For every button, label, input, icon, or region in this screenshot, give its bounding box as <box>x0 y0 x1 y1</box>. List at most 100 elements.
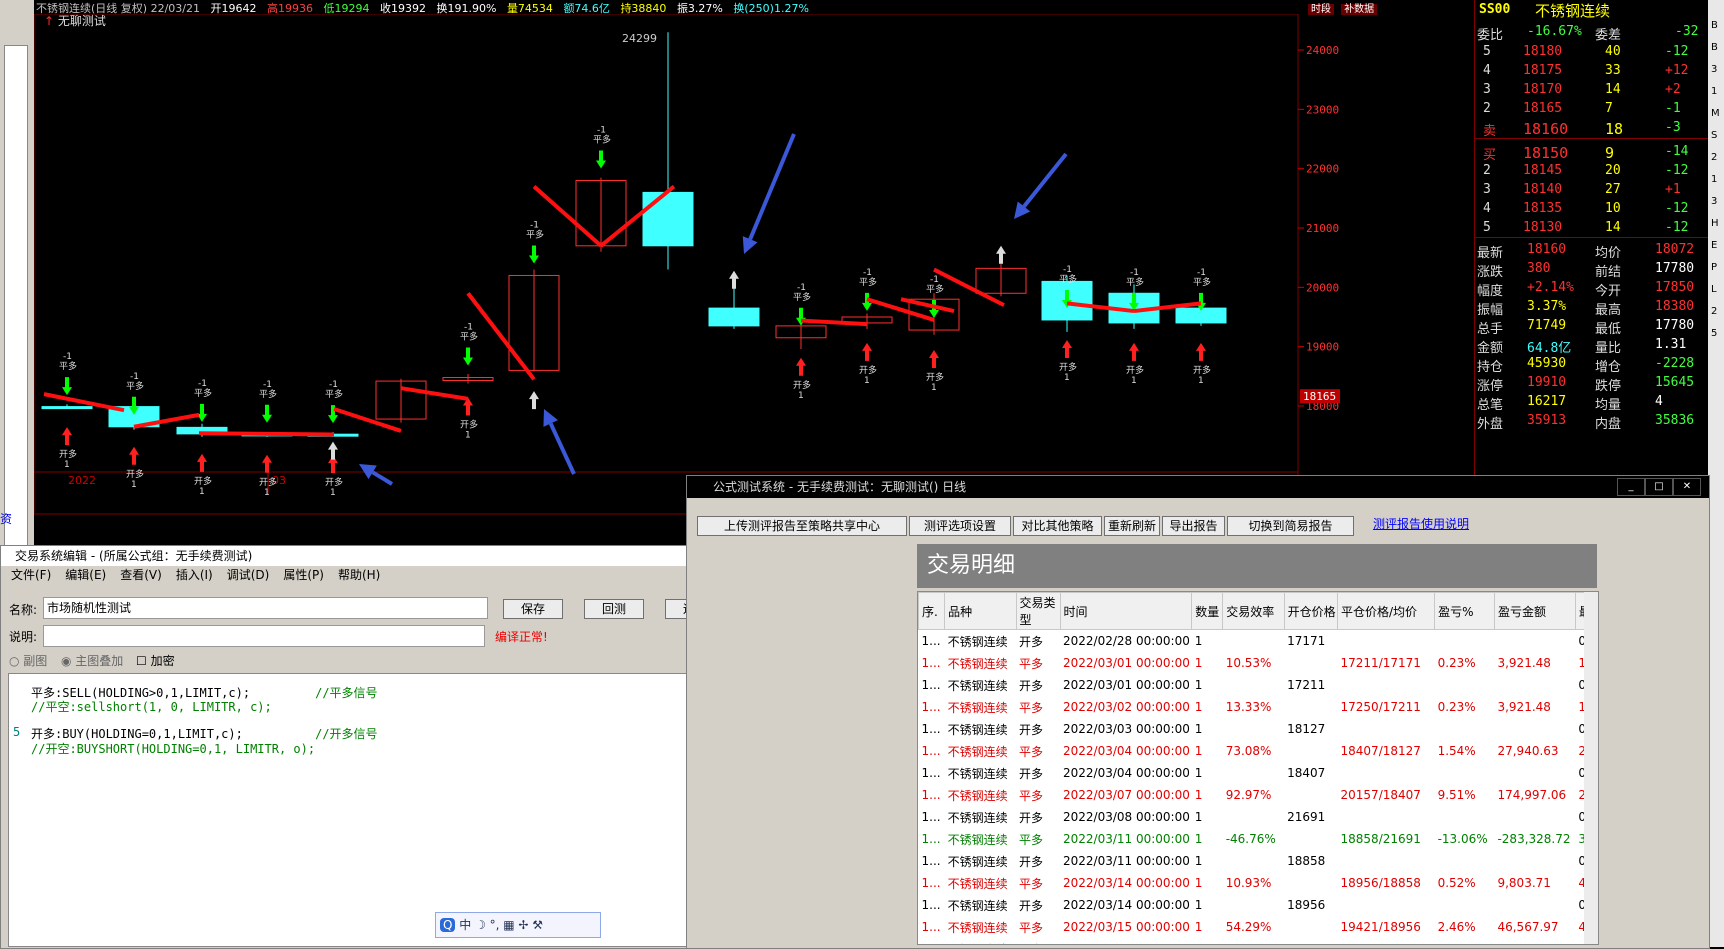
table-row[interactable]: 1...不锈钢连续开多2022/03/01 00:00:001172110.( <box>919 674 1598 696</box>
ime-toolbar[interactable]: Q 中 ☽ °, ▦ ✢ ⚒ <box>435 912 601 938</box>
stat-value: 16217 <box>1527 394 1567 409</box>
table-row[interactable]: 1...不锈钢连续开多2022/03/15 00:00:001194210.( <box>919 938 1598 944</box>
ask-price: 18165 <box>1523 101 1563 116</box>
column-header[interactable]: 交易效率 <box>1222 592 1285 630</box>
switch-simple-report-button[interactable]: 切换到简易报告 <box>1227 516 1354 536</box>
refresh-button[interactable]: 重新刷新 <box>1104 516 1160 536</box>
side-panel-item[interactable]: S <box>1711 130 1717 141</box>
price-chart[interactable]: 2400023000220002100020000190001800018165… <box>34 14 1474 534</box>
menu-item[interactable]: 编辑(E) <box>65 568 106 582</box>
table-cell: 2022/03/15 00:00:00 <box>1060 938 1192 944</box>
close-icon[interactable]: ✕ <box>1673 478 1701 496</box>
column-header[interactable]: 时间 <box>1059 592 1193 630</box>
code-comment: //平多信号 <box>315 686 378 700</box>
stat-value: 19910 <box>1527 375 1567 390</box>
column-header[interactable]: 交易类型 <box>1015 592 1061 630</box>
table-cell: 1 <box>1192 938 1223 944</box>
chart-header-item: 额74.6亿 <box>563 2 610 14</box>
table-row[interactable]: 1...不锈钢连续开多2022/03/03 00:00:001181270.( <box>919 718 1598 740</box>
table-row[interactable]: 1...不锈钢连续开多2022/03/14 00:00:001189560.( <box>919 894 1598 916</box>
table-scrollbar[interactable] <box>1584 592 1598 944</box>
table-cell: 不锈钢连续 <box>947 700 1008 715</box>
table-row[interactable]: 1...不锈钢连续开多2022/02/28 00:00:001171710.( <box>919 630 1598 653</box>
table-cell: 1... <box>921 854 941 868</box>
side-panel-item[interactable]: 1 <box>1711 174 1717 185</box>
menu-item[interactable]: 插入(I) <box>176 568 213 582</box>
candle-body <box>708 307 760 327</box>
side-panel-item[interactable]: 3 <box>1711 64 1717 75</box>
side-panel-item[interactable]: M <box>1711 108 1720 119</box>
side-panel-item[interactable]: H <box>1711 218 1719 229</box>
export-report-button[interactable]: 导出报告 <box>1162 516 1225 536</box>
menu-item[interactable]: 属性(P) <box>283 568 324 582</box>
right-side-panel: BB 3 1 MS 2 1 3 HEPL 2 5 <box>1708 0 1724 947</box>
table-row[interactable]: 1...不锈钢连续开多2022/03/11 00:00:001188580.( <box>919 850 1598 872</box>
side-panel-item[interactable]: 1 <box>1711 86 1717 97</box>
table-cell: 平多 <box>1019 744 1044 759</box>
side-panel-item[interactable]: 3 <box>1711 196 1717 207</box>
side-panel-item[interactable]: 2 <box>1711 152 1717 163</box>
side-panel-item[interactable]: B <box>1711 20 1718 31</box>
compare-strategy-button[interactable]: 对比其他策略 <box>1013 516 1102 536</box>
side-panel-item[interactable]: E <box>1711 240 1717 251</box>
chart-header-item: 换(250)1.27% <box>733 2 809 14</box>
table-row[interactable]: 1... 不锈钢连续 平多 2022/03/01 00:00:00 1 10.53% 172… <box>919 652 1598 674</box>
column-header[interactable]: 盈亏% <box>1434 592 1495 630</box>
signal-qty-label: 1 <box>465 431 471 441</box>
bid-price: 18140 <box>1523 182 1563 197</box>
table-cell: 不锈钢连续 <box>947 678 1008 693</box>
signal-close-label: 平多 <box>460 331 478 343</box>
save-button[interactable]: 保存 <box>503 599 563 619</box>
column-header[interactable]: 开仓价格 <box>1283 592 1339 630</box>
table-cell <box>1435 850 1495 872</box>
bid-level: 5 <box>1483 220 1491 235</box>
table-cell: 1... <box>921 634 941 648</box>
column-header[interactable]: 序. <box>918 592 946 630</box>
column-header[interactable]: 品种 <box>944 592 1017 630</box>
table-cell: 2022/03/14 00:00:00 <box>1063 898 1190 912</box>
radio-main-overlay[interactable]: ◉ 主图叠加 <box>61 652 123 669</box>
column-header[interactable]: 数量 <box>1191 592 1224 630</box>
radio-sub-chart[interactable]: ○ 副图 <box>9 652 47 669</box>
side-panel-item[interactable]: L <box>1711 284 1717 295</box>
test-options-button[interactable]: 测评选项设置 <box>909 516 1011 536</box>
menu-item[interactable]: 调试(D) <box>227 568 270 582</box>
backtest-button[interactable]: 回测 <box>584 599 644 619</box>
table-row[interactable]: 1... 不锈钢连续 平多 2022/03/11 00:00:00 1 -46.76% 18… <box>919 828 1598 850</box>
side-panel-item[interactable]: 5 <box>1711 328 1717 339</box>
side-panel-item[interactable]: 2 <box>1711 306 1717 317</box>
table-row[interactable]: 1...不锈钢连续开多2022/03/08 00:00:001216910.( <box>919 806 1598 828</box>
column-header[interactable]: 平仓价格/均价 <box>1337 592 1436 630</box>
table-cell <box>1435 806 1495 828</box>
table-row[interactable]: 1... 不锈钢连续 平多 2022/03/15 00:00:00 1 54.29% 194… <box>919 916 1598 938</box>
encrypt-checkbox[interactable]: ☐ 加密 <box>136 652 175 669</box>
minimize-icon[interactable]: _ <box>1617 478 1645 496</box>
table-row[interactable]: 1... 不锈钢连续 平多 2022/03/04 00:00:00 1 73.08% 184… <box>919 740 1598 762</box>
upload-report-button[interactable]: 上传测评报告至策略共享中心 <box>697 516 907 536</box>
chart-header: 不锈钢连续(日线 复权) 22/03/21 开19642 高19936 低192… <box>36 0 1332 14</box>
ime-logo-icon: Q <box>440 918 456 932</box>
bid-level: 3 <box>1483 182 1491 197</box>
menu-item[interactable]: 查看(V) <box>120 568 162 582</box>
price-tick-label: 21000 <box>1306 222 1339 235</box>
contract-name: 不锈钢连续 <box>1535 2 1611 20</box>
chart-header-item: 持38840 <box>620 2 667 14</box>
side-panel-item[interactable]: P <box>1711 262 1717 273</box>
report-help-link[interactable]: 测评报告使用说明 <box>1373 515 1469 532</box>
callout-arrow-line <box>548 422 576 475</box>
table-row[interactable]: 1... 不锈钢连续 平多 2022/03/02 00:00:00 1 13.33% 172… <box>919 696 1598 718</box>
table-cell: 10.53% <box>1225 656 1272 670</box>
menu-item[interactable]: 文件(F) <box>11 568 51 582</box>
buy-arrow-icon <box>62 427 72 446</box>
table-row[interactable]: 1...不锈钢连续开多2022/03/04 00:00:001184070.( <box>919 762 1598 784</box>
name-input[interactable]: 市场随机性测试 <box>43 597 488 619</box>
menu-item[interactable]: 帮助(H) <box>338 568 380 582</box>
side-panel-item[interactable]: B <box>1711 42 1718 53</box>
maximize-icon[interactable]: □ <box>1645 478 1673 496</box>
table-row[interactable]: 1... 不锈钢连续 平多 2022/03/07 00:00:00 1 92.97% 201… <box>919 784 1598 806</box>
table-row[interactable]: 1... 不锈钢连续 平多 2022/03/14 00:00:00 1 10.93% 189… <box>919 872 1598 894</box>
description-input[interactable] <box>43 625 485 647</box>
column-header[interactable]: 盈亏金额 <box>1493 592 1576 630</box>
signal-open-label: 开多 <box>325 476 343 488</box>
table-cell: 不锈钢连续 <box>947 766 1008 781</box>
